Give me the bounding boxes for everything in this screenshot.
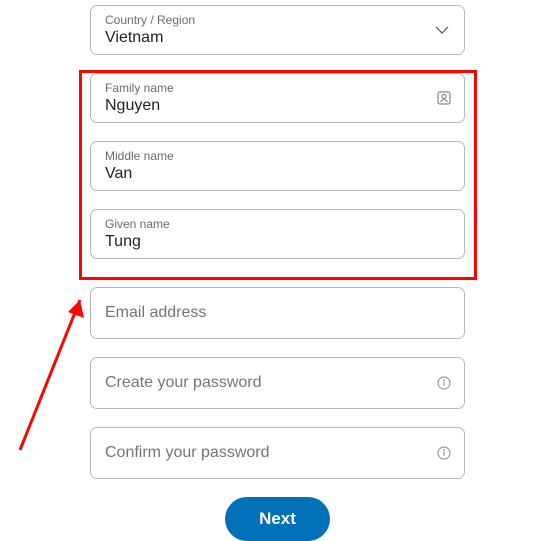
middle-name-input[interactable] [105, 165, 424, 183]
chevron-down-icon [432, 20, 452, 40]
email-field[interactable] [90, 287, 465, 339]
family-name-field[interactable]: Family name [90, 73, 465, 123]
family-name-input[interactable] [105, 97, 424, 115]
given-name-label: Given name [105, 217, 424, 231]
confirm-password-field[interactable] [90, 427, 465, 479]
annotation-arrow-icon [10, 280, 100, 460]
password-input[interactable] [105, 358, 424, 408]
contact-card-icon [436, 90, 452, 106]
country-value: Vietnam [105, 29, 424, 47]
given-name-input[interactable] [105, 233, 424, 251]
country-label: Country / Region [105, 13, 424, 27]
signup-form: Country / Region Vietnam Family name Mid… [90, 5, 465, 541]
middle-name-label: Middle name [105, 149, 424, 163]
middle-name-field[interactable]: Middle name [90, 141, 465, 191]
given-name-field[interactable]: Given name [90, 209, 465, 259]
email-input[interactable] [105, 288, 424, 338]
family-name-label: Family name [105, 81, 424, 95]
password-hint-icon [436, 445, 452, 461]
password-hint-icon [436, 375, 452, 391]
country-select[interactable]: Country / Region Vietnam [90, 5, 465, 55]
confirm-password-input[interactable] [105, 428, 424, 478]
next-button[interactable]: Next [225, 497, 330, 541]
password-field[interactable] [90, 357, 465, 409]
